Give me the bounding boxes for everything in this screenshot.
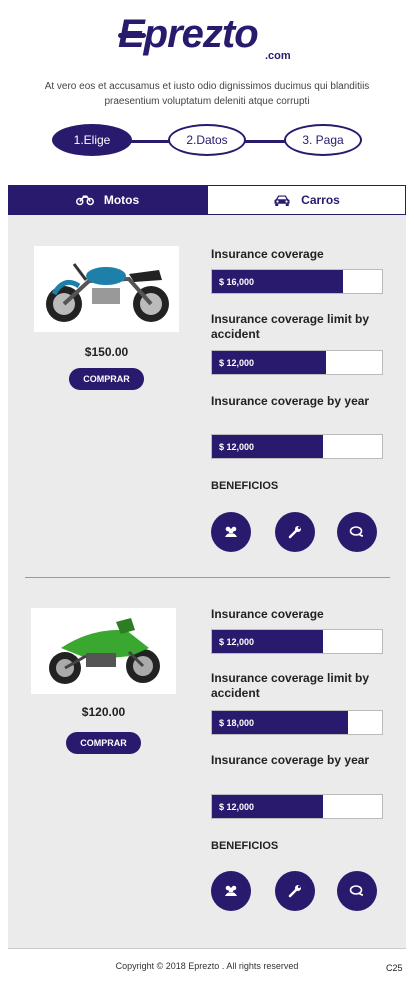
coverage-title: Insurance coverage by year: [211, 753, 370, 767]
coverage-bar: $ 12,000: [211, 629, 383, 654]
coverage-bar-fill: $ 12,000: [212, 630, 323, 653]
benefit-chat-button[interactable]: [337, 512, 377, 552]
product-price: $120.00: [81, 705, 126, 719]
coverage-bar: $ 12,000: [211, 350, 383, 375]
coverage-bar-fill: $ 12,000: [212, 435, 323, 458]
benefit-group-button[interactable]: [211, 871, 251, 911]
benefits-title: BENEFICIOS: [211, 480, 279, 492]
wrench-icon: [288, 885, 301, 898]
brand-logo[interactable]: Eprezto .com: [118, 12, 298, 62]
coverage-bar-fill: $ 18,000: [212, 711, 348, 734]
vehicle-tabs: Motos Carros: [8, 185, 406, 215]
products-panel: $150.00 COMPRAR Insurance coverage $ 16,…: [8, 215, 406, 948]
coverage-title: Insurance coverage limit by accident: [211, 671, 370, 700]
logo-suffix: .com: [265, 50, 291, 62]
group-icon: [225, 885, 237, 896]
coverage-bar-fill: $ 16,000: [212, 270, 343, 293]
product-price: $150.00: [84, 345, 129, 359]
motorcycle-photo: [34, 246, 179, 332]
coverage-bar-fill: $ 12,000: [212, 351, 326, 374]
wrench-icon: [288, 526, 301, 539]
coverage-bar: $ 12,000: [211, 434, 383, 459]
benefit-group-button[interactable]: [211, 512, 251, 552]
motorcycle-icon: [75, 195, 94, 206]
product-divider: [25, 577, 390, 578]
motorcycle-photo: [31, 608, 176, 694]
copyright-text: Copyright © 2018 Eprezto . All rights re…: [115, 961, 299, 971]
coverage-title: Insurance coverage: [211, 607, 324, 621]
benefit-wrench-button[interactable]: [275, 512, 315, 552]
footer-badge: C25: [386, 963, 403, 973]
benefit-chat-button[interactable]: [337, 871, 377, 911]
buy-button[interactable]: COMPRAR: [66, 732, 141, 754]
footer-divider: [8, 948, 406, 949]
tab-carros-label: Carros: [301, 193, 340, 207]
coverage-bar: $ 18,000: [211, 710, 383, 735]
step-connector: [244, 140, 286, 143]
step-progress: 1.Elige 2.Datos 3. Paga: [52, 124, 362, 158]
tab-carros[interactable]: Carros: [207, 185, 406, 215]
chat-icon: [349, 885, 364, 896]
benefits-title: BENEFICIOS: [211, 840, 279, 852]
tab-motos-label: Motos: [103, 193, 140, 207]
step-datos[interactable]: 2.Datos: [168, 124, 246, 156]
group-icon: [225, 526, 237, 537]
step-connector: [130, 140, 170, 143]
car-icon: [274, 195, 290, 206]
coverage-title: Insurance coverage: [211, 247, 324, 261]
coverage-bar: $ 12,000: [211, 794, 383, 819]
step-paga[interactable]: 3. Paga: [284, 124, 362, 156]
intro-text: At vero eos et accusamus et iusto odio d…: [44, 81, 370, 107]
coverage-title: Insurance coverage by year: [211, 394, 370, 408]
coverage-bar-fill: $ 12,000: [212, 795, 323, 818]
tab-motos[interactable]: Motos: [8, 185, 207, 215]
coverage-bar: $ 16,000: [211, 269, 383, 294]
step-elige[interactable]: 1.Elige: [52, 124, 132, 156]
logo-text: Eprezto: [118, 12, 259, 56]
buy-button[interactable]: COMPRAR: [69, 368, 144, 390]
benefit-wrench-button[interactable]: [275, 871, 315, 911]
chat-icon: [349, 526, 364, 537]
coverage-title: Insurance coverage limit by accident: [211, 312, 370, 341]
